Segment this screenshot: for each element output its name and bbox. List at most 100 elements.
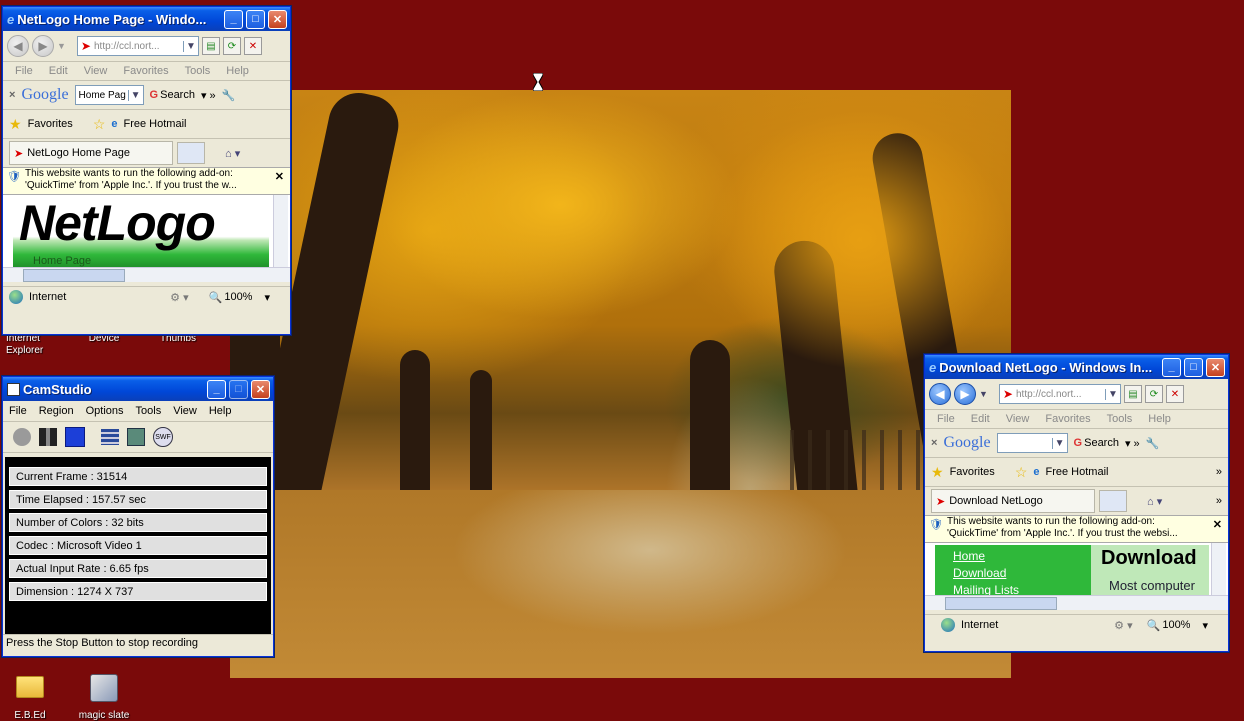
add-favorite-icon[interactable]: ☆: [93, 116, 106, 133]
title-bar[interactable]: e NetLogo Home Page - Windo... _ □ ✕: [3, 7, 290, 31]
chevron-down-icon[interactable]: ▼: [979, 389, 988, 399]
hotmail-link[interactable]: Free Hotmail: [124, 118, 187, 130]
horizontal-scrollbar[interactable]: [925, 595, 1228, 610]
chevron-down-icon[interactable]: ▾: [264, 291, 270, 304]
desktop-icon-ebed[interactable]: E.B.Ed: [4, 676, 56, 721]
hotmail-link[interactable]: Free Hotmail: [1046, 466, 1109, 478]
menu-help[interactable]: Help: [1140, 413, 1179, 425]
refresh-icon[interactable]: ⟳: [222, 37, 241, 55]
minimize-button[interactable]: _: [1162, 357, 1181, 377]
information-bar[interactable]: 🛡 This website wants to run the followin…: [925, 515, 1228, 543]
vertical-scrollbar[interactable]: [273, 195, 288, 267]
protected-mode-icon[interactable]: ⚙ ▾: [170, 291, 188, 304]
zoom-level[interactable]: 100%: [1162, 619, 1190, 631]
nav-link-home[interactable]: Home: [953, 548, 1091, 565]
desktop-icon-magic-slate[interactable]: magic slate: [72, 674, 136, 721]
menu-view[interactable]: View: [998, 413, 1038, 425]
chevron-more-icon[interactable]: ▾ »: [1125, 437, 1140, 450]
google-search-combo[interactable]: ▼: [996, 433, 1068, 453]
menu-tools[interactable]: Tools: [130, 405, 168, 417]
tab-netlogo-home[interactable]: ➤ NetLogo Home Page: [9, 141, 173, 165]
forward-button[interactable]: ▶: [954, 383, 976, 405]
zoom-level[interactable]: 100%: [224, 291, 252, 303]
close-icon[interactable]: ✕: [1213, 518, 1222, 531]
close-toolbar-icon[interactable]: ×: [931, 437, 937, 449]
favorites-button[interactable]: Favorites: [28, 118, 73, 130]
vertical-scrollbar[interactable]: [1211, 543, 1226, 595]
desktop-icon-label-internet-explorer[interactable]: Internet Explorer: [6, 333, 56, 357]
new-tab-button[interactable]: [1099, 490, 1127, 512]
menu-help[interactable]: Help: [218, 65, 257, 77]
menu-region[interactable]: Region: [33, 405, 80, 417]
menu-file[interactable]: File: [7, 65, 41, 77]
ie-window-download-netlogo[interactable]: e Download NetLogo - Windows In... _ □ ✕…: [924, 354, 1229, 652]
swf-icon[interactable]: SWF: [153, 427, 173, 447]
home-icon[interactable]: ⌂ ▾: [225, 147, 240, 160]
menu-help[interactable]: Help: [203, 405, 238, 417]
close-button[interactable]: ✕: [268, 9, 287, 29]
menu-view[interactable]: View: [76, 65, 116, 77]
horizontal-scrollbar[interactable]: [3, 267, 290, 282]
close-button[interactable]: ✕: [1206, 357, 1225, 377]
menu-file[interactable]: File: [929, 413, 963, 425]
protected-mode-icon[interactable]: ⚙ ▾: [1114, 619, 1132, 632]
chevron-down-icon[interactable]: ▼: [127, 89, 143, 101]
title-bar[interactable]: CamStudio _ □ ✕: [3, 377, 273, 401]
menu-options[interactable]: Options: [80, 405, 130, 417]
options-icon[interactable]: [101, 429, 119, 445]
stop-icon[interactable]: ✕: [1165, 385, 1184, 403]
address-bar[interactable]: ➤ http://ccl.nort... ▼: [76, 36, 199, 56]
information-bar[interactable]: 🛡 This website wants to run the followin…: [3, 167, 290, 195]
maximize-button[interactable]: □: [246, 9, 265, 29]
nav-link-mailing-lists[interactable]: Mailing Lists: [953, 582, 1091, 595]
minimize-button[interactable]: _: [207, 379, 226, 399]
record-button[interactable]: [13, 428, 31, 446]
favorites-button[interactable]: Favorites: [950, 466, 995, 478]
maximize-button[interactable]: □: [1184, 357, 1203, 377]
stop-button[interactable]: [65, 427, 85, 447]
google-search-button[interactable]: Search: [1084, 437, 1119, 449]
close-button[interactable]: ✕: [251, 379, 270, 399]
compatibility-view-icon[interactable]: ▤: [201, 37, 220, 55]
menu-tools[interactable]: Tools: [177, 65, 219, 77]
pause-button[interactable]: [39, 428, 57, 446]
home-page-link[interactable]: Home Page: [33, 255, 91, 267]
google-search-combo[interactable]: Home Pag ▼: [74, 85, 144, 105]
ie-window-netlogo-home[interactable]: e NetLogo Home Page - Windo... _ □ ✕ ◀ ▶…: [2, 6, 291, 335]
stop-icon[interactable]: ✕: [243, 37, 262, 55]
menu-tools[interactable]: Tools: [1099, 413, 1141, 425]
add-favorite-icon[interactable]: ☆: [1015, 464, 1028, 481]
nav-link-download[interactable]: Download: [953, 565, 1091, 582]
title-bar[interactable]: e Download NetLogo - Windows In... _ □ ✕: [925, 355, 1228, 379]
chevron-down-icon[interactable]: ▼: [57, 41, 66, 51]
camstudio-window[interactable]: CamStudio _ □ ✕ File Region Options Tool…: [2, 376, 274, 657]
back-button[interactable]: ◀: [929, 383, 951, 405]
wrench-icon[interactable]: 🔧: [222, 89, 236, 102]
google-search-button[interactable]: Search: [160, 89, 195, 101]
chevron-more-icon[interactable]: ▾ »: [201, 89, 216, 102]
region-icon[interactable]: [127, 428, 145, 446]
compatibility-view-icon[interactable]: ▤: [1123, 385, 1142, 403]
scrollbar-thumb[interactable]: [23, 269, 125, 282]
address-dropdown-icon[interactable]: ▼: [1105, 388, 1120, 400]
close-toolbar-icon[interactable]: ×: [9, 89, 15, 101]
tab-download-netlogo[interactable]: ➤ Download NetLogo: [931, 489, 1095, 513]
forward-button[interactable]: ▶: [32, 35, 54, 57]
scrollbar-thumb[interactable]: [945, 597, 1057, 610]
menu-view[interactable]: View: [167, 405, 203, 417]
menu-favorites[interactable]: Favorites: [1037, 413, 1098, 425]
back-button[interactable]: ◀: [7, 35, 29, 57]
menu-edit[interactable]: Edit: [963, 413, 998, 425]
chevron-more-icon[interactable]: »: [1216, 466, 1222, 478]
address-dropdown-icon[interactable]: ▼: [183, 40, 198, 52]
new-tab-button[interactable]: [177, 142, 205, 164]
address-bar[interactable]: ➤ http://ccl.nort... ▼: [998, 384, 1121, 404]
chevron-down-icon[interactable]: ▾: [1202, 619, 1208, 632]
menu-edit[interactable]: Edit: [41, 65, 76, 77]
home-icon[interactable]: ⌂ ▾: [1147, 495, 1162, 508]
chevron-down-icon[interactable]: ▼: [1051, 437, 1067, 449]
refresh-icon[interactable]: ⟳: [1144, 385, 1163, 403]
close-icon[interactable]: ✕: [275, 170, 284, 183]
minimize-button[interactable]: _: [224, 9, 243, 29]
chevron-more-icon[interactable]: »: [1216, 495, 1222, 507]
